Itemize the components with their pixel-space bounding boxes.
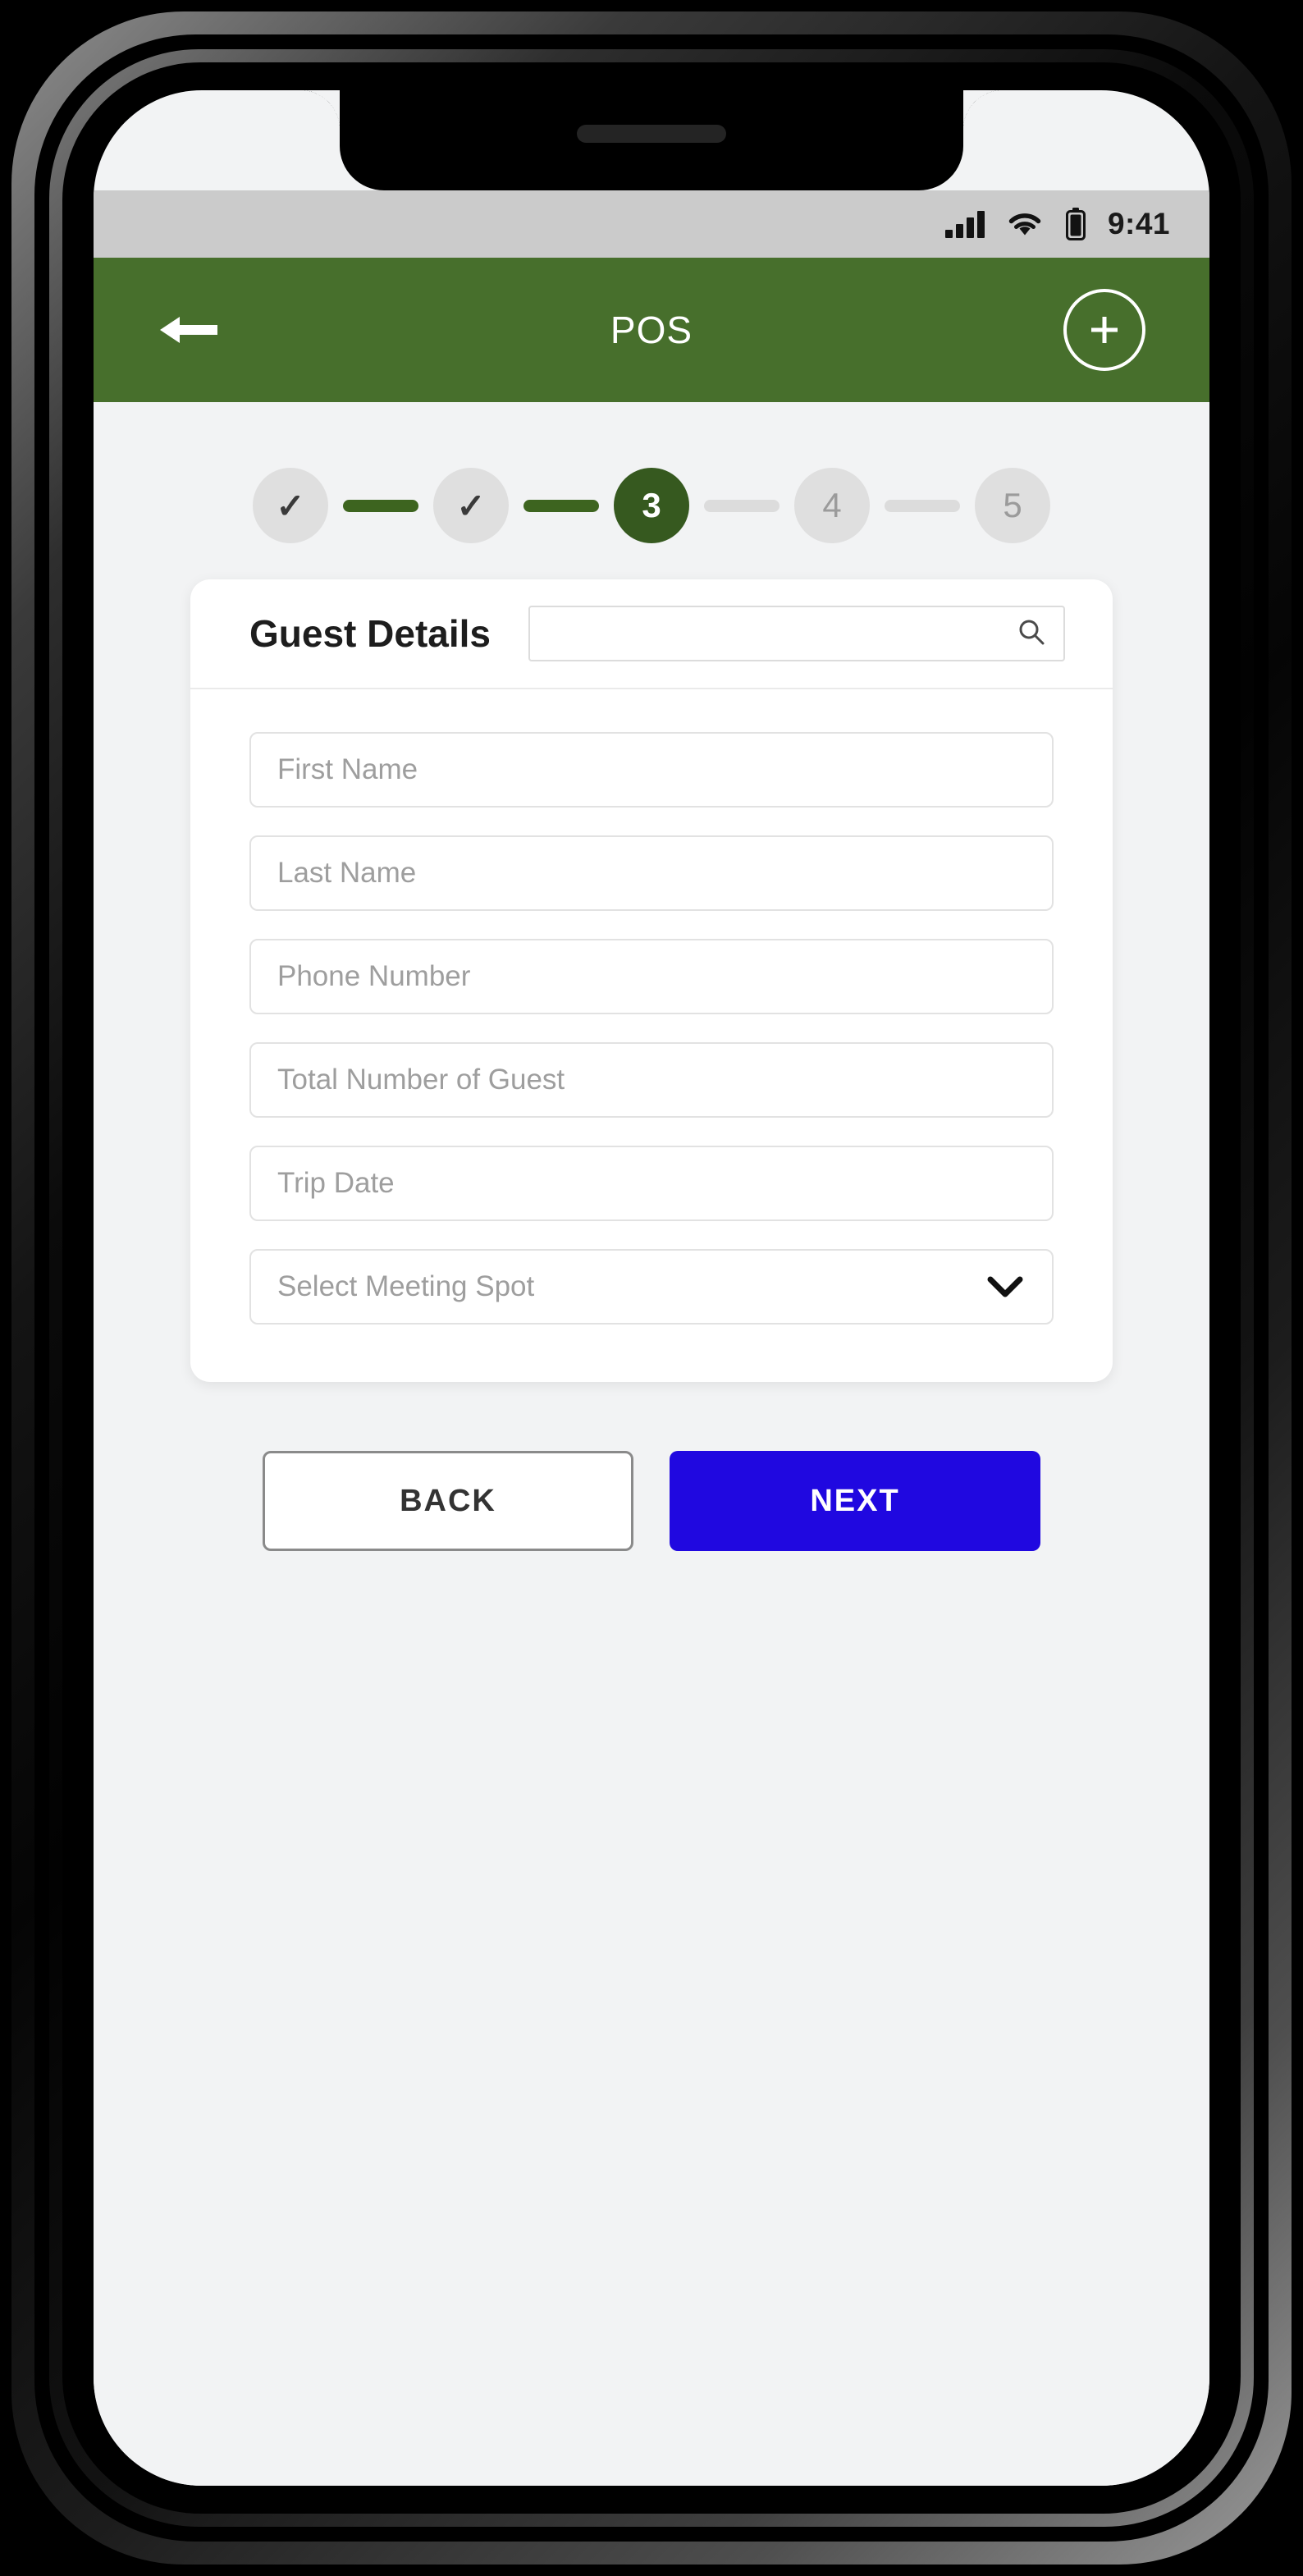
chevron-down-icon (986, 1274, 1024, 1299)
step-connector-2 (523, 499, 599, 512)
phone-number-placeholder: Phone Number (277, 960, 471, 992)
notch (340, 90, 963, 190)
total-number-of-guest-placeholder: Total Number of Guest (277, 1064, 565, 1096)
status-time: 9:41 (1107, 207, 1170, 240)
arrow-left-icon (160, 317, 217, 343)
total-number-of-guest-field[interactable]: Total Number of Guest (249, 1042, 1054, 1118)
first-name-field[interactable]: First Name (249, 732, 1054, 808)
phone-screen: 9:41 POS ✓ ✓ 3 4 5 Guest Details First N… (94, 90, 1209, 2486)
step-3[interactable]: 3 (614, 468, 689, 543)
select-meeting-spot-field[interactable]: Select Meeting Spot (249, 1249, 1054, 1325)
progress-stepper: ✓ ✓ 3 4 5 (94, 402, 1209, 579)
select-meeting-spot-placeholder: Select Meeting Spot (277, 1270, 535, 1302)
action-buttons: BACK NEXT (94, 1382, 1209, 1551)
phone-number-field[interactable]: Phone Number (249, 939, 1054, 1014)
battery-icon (1065, 208, 1086, 240)
add-button[interactable] (1063, 289, 1145, 371)
step-connector-1 (343, 499, 418, 512)
search-input[interactable] (528, 606, 1065, 661)
phone-frame: 9:41 POS ✓ ✓ 3 4 5 Guest Details First N… (11, 11, 1292, 2565)
card-title: Guest Details (249, 612, 491, 655)
step-5[interactable]: 5 (975, 468, 1050, 543)
last-name-placeholder: Last Name (277, 857, 417, 889)
first-name-placeholder: First Name (277, 753, 418, 785)
step-connector-4 (885, 499, 960, 512)
app-bar: POS (94, 258, 1209, 402)
guest-details-form: First Name Last Name Phone Number Total … (190, 689, 1113, 1382)
trip-date-field[interactable]: Trip Date (249, 1146, 1054, 1221)
app-content: ✓ ✓ 3 4 5 Guest Details First Name Last … (94, 402, 1209, 2486)
status-bar: 9:41 (94, 190, 1209, 258)
trip-date-placeholder: Trip Date (277, 1167, 395, 1199)
guest-details-card: Guest Details First Name Last Name Phone… (190, 579, 1113, 1382)
card-header: Guest Details (190, 579, 1113, 689)
last-name-field[interactable]: Last Name (249, 835, 1054, 911)
notch-right-flare (963, 90, 1003, 130)
search-icon (1017, 618, 1045, 650)
back-button[interactable] (153, 301, 226, 359)
page-title: POS (610, 309, 693, 351)
notch-left-flare (300, 90, 340, 130)
step-2[interactable]: ✓ (433, 468, 509, 543)
plus-icon (1091, 317, 1118, 343)
next-step-button[interactable]: NEXT (670, 1451, 1040, 1551)
back-step-button[interactable]: BACK (263, 1451, 633, 1551)
wifi-icon (1006, 210, 1044, 238)
step-1[interactable]: ✓ (253, 468, 328, 543)
step-4[interactable]: 4 (794, 468, 870, 543)
earpiece-speaker (577, 125, 726, 143)
step-connector-3 (704, 499, 780, 512)
signal-bars-icon (944, 210, 985, 238)
